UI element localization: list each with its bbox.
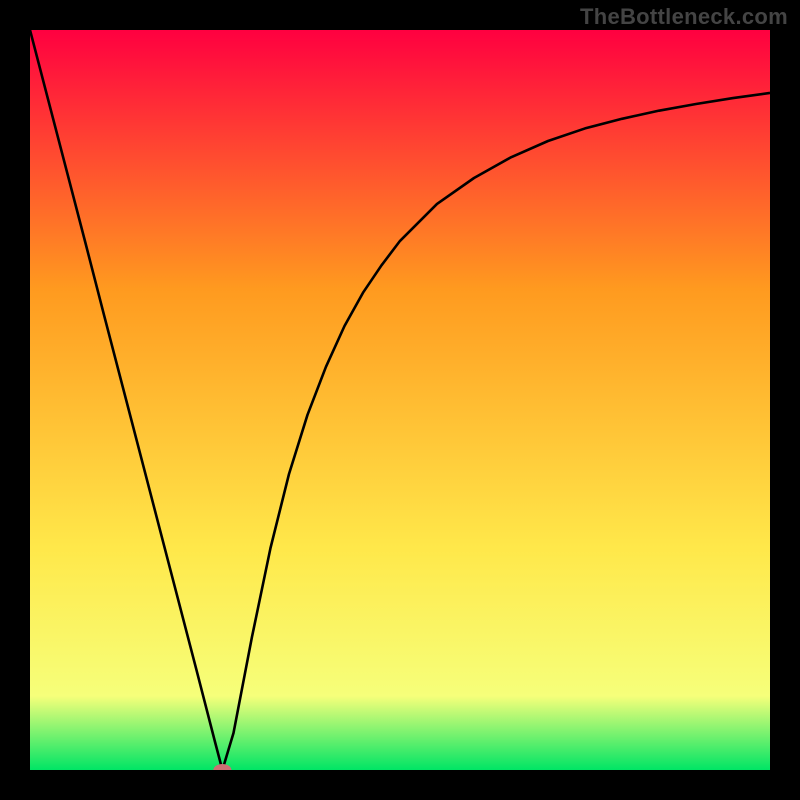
chart-frame: TheBottleneck.com xyxy=(0,0,800,800)
chart-svg xyxy=(30,30,770,770)
watermark-text: TheBottleneck.com xyxy=(580,4,788,30)
plot-area xyxy=(30,30,770,770)
gradient-background xyxy=(30,30,770,770)
